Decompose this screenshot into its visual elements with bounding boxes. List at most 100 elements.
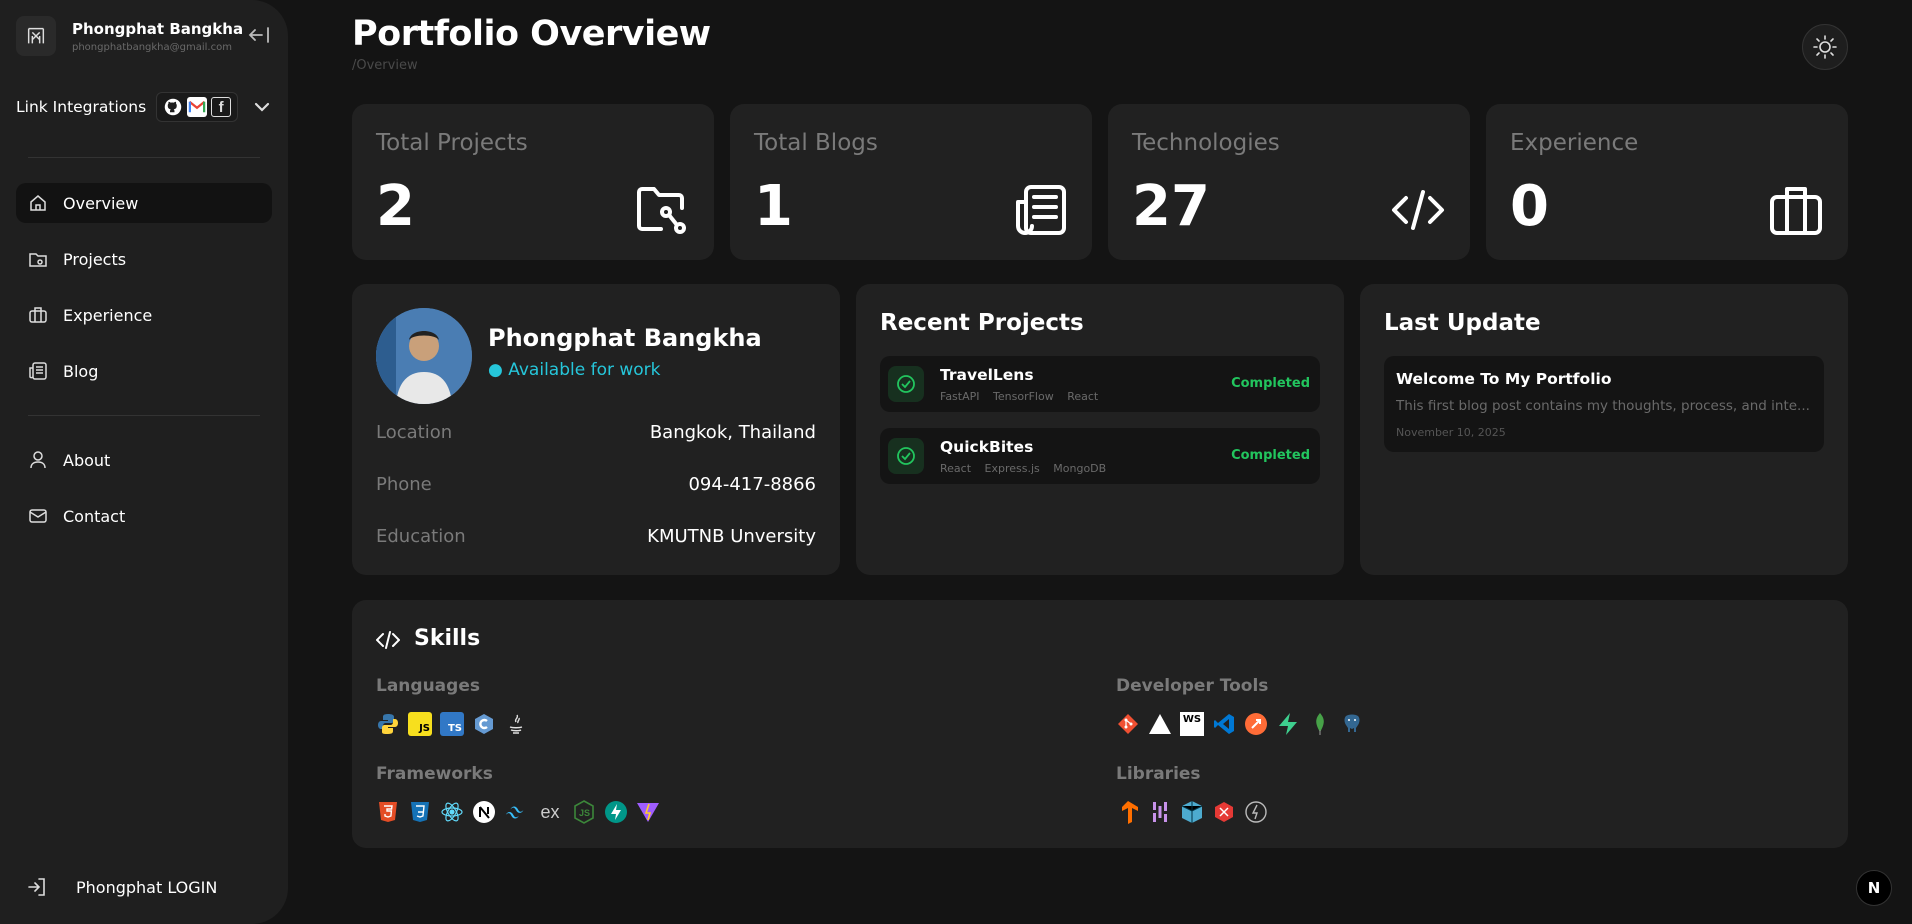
facebook-icon[interactable]: f: [211, 97, 232, 117]
supabase-icon: [1276, 712, 1300, 736]
folder-link-icon: [637, 187, 686, 234]
sidebar-item-blog[interactable]: Blog: [16, 351, 272, 391]
tag: Express.js: [984, 462, 1040, 475]
nextjs-dev-indicator-icon[interactable]: N: [1856, 870, 1892, 906]
status-badge: Completed: [1231, 448, 1310, 463]
vercel-icon: [1148, 712, 1172, 736]
tag: React: [1067, 390, 1099, 403]
skills-devtools-heading: Developer Tools: [1116, 676, 1269, 696]
vite-icon: [636, 800, 660, 824]
tailwind-icon: [504, 800, 528, 824]
list-item[interactable]: TravelLens FastAPI TensorFlow React Comp…: [880, 356, 1320, 412]
last-update-card: Last Update Welcome To My Portfolio This…: [1360, 284, 1848, 575]
skills-languages-row: JS TS: [376, 712, 528, 736]
sidebar-item-projects[interactable]: Projects: [16, 239, 272, 279]
user-name: Phongphat Bangkha: [72, 19, 244, 38]
sidebar-item-label: About: [63, 450, 111, 470]
sidebar-item-label: Blog: [63, 361, 99, 381]
sidebar-item-label: Experience: [63, 305, 153, 325]
stat-label: Total Blogs: [754, 130, 878, 156]
skills-frameworks-heading: Frameworks: [376, 764, 493, 784]
java-icon: [504, 712, 528, 736]
list-item[interactable]: QuickBites React Express.js MongoDB Comp…: [880, 428, 1320, 484]
chevron-down-icon[interactable]: [252, 97, 272, 117]
info-key: Location: [376, 422, 453, 443]
css3-icon: [408, 800, 432, 824]
pandas-icon: [1148, 800, 1172, 824]
skills-libraries-heading: Libraries: [1116, 764, 1201, 784]
status-badge: ● Available for work: [488, 360, 661, 380]
collapse-sidebar-icon[interactable]: [246, 24, 274, 48]
theme-toggle-button[interactable]: [1802, 24, 1848, 70]
project-name: QuickBites: [940, 438, 1034, 456]
info-row-phone: Phone 094-417-8866: [376, 474, 816, 495]
stat-value: 0: [1510, 174, 1549, 239]
stat-card-blogs[interactable]: Total Blogs 1: [730, 104, 1092, 260]
sidebar-item-label: Overview: [63, 193, 139, 213]
tag: React: [940, 462, 972, 475]
project-tags: FastAPI TensorFlow React: [940, 390, 1108, 403]
check-circle-icon: [888, 438, 924, 474]
fastapi-icon: [604, 800, 628, 824]
sidebar-item-label: Contact: [63, 506, 126, 526]
github-icon[interactable]: [163, 97, 183, 117]
typescript-icon: TS: [440, 712, 464, 736]
profile-name: Phongphat Bangkha: [488, 324, 762, 352]
page-title: Portfolio Overview: [352, 14, 711, 54]
info-key: Phone: [376, 474, 432, 495]
briefcase-icon: [29, 307, 47, 323]
stat-value: 27: [1132, 174, 1210, 239]
sidebar-item-about[interactable]: About: [16, 440, 272, 480]
mail-icon: [29, 509, 47, 523]
link-integrations: Link Integrations f: [16, 92, 272, 122]
stat-label: Total Projects: [376, 130, 528, 156]
mongodb-icon: [1308, 712, 1332, 736]
folder-icon: [29, 253, 47, 267]
stat-card-experience[interactable]: Experience 0: [1486, 104, 1848, 260]
check-circle-icon: [888, 366, 924, 402]
breadcrumb[interactable]: /Overview: [352, 58, 418, 73]
skills-libraries-row: [1116, 800, 1268, 824]
info-key: Education: [376, 526, 466, 547]
sun-icon: [1813, 35, 1837, 59]
svg-text:JS: JS: [579, 808, 590, 818]
python-icon: [376, 712, 400, 736]
skills-frameworks-row: ex JS: [376, 800, 660, 824]
integrations-icons[interactable]: f: [156, 92, 239, 122]
user-icon: [30, 451, 46, 469]
info-value: 094-417-8866: [688, 474, 816, 495]
blog-excerpt: This first blog post contains my thought…: [1396, 398, 1810, 414]
section-title: Recent Projects: [880, 310, 1084, 336]
numpy-icon: [1180, 800, 1204, 824]
section-title: Last Update: [1384, 310, 1541, 336]
recent-projects-card: Recent Projects TravelLens FastAPI Tenso…: [856, 284, 1344, 575]
express-icon: ex: [540, 801, 560, 822]
stat-label: Experience: [1510, 130, 1639, 156]
user-profile[interactable]: Phongphat Bangkha phongphatbangkha@gmail…: [16, 16, 243, 56]
blog-post-item[interactable]: Welcome To My Portfolio This first blog …: [1384, 356, 1824, 452]
vscode-icon: [1212, 712, 1236, 736]
gmail-icon[interactable]: [187, 97, 208, 117]
sidebar-item-overview[interactable]: Overview: [16, 183, 272, 223]
login-label: Phongphat LOGIN: [76, 877, 218, 897]
login-button[interactable]: Phongphat LOGIN: [26, 876, 217, 898]
swagger-icon: [1244, 712, 1268, 736]
info-value: KMUTNB Unversity: [647, 526, 816, 547]
blog-title: Welcome To My Portfolio: [1396, 370, 1612, 388]
avatar: [376, 308, 472, 404]
c-icon: [472, 712, 496, 736]
info-row-location: Location Bangkok, Thailand: [376, 422, 816, 443]
login-icon: [28, 878, 45, 896]
stat-card-projects[interactable]: Total Projects 2: [352, 104, 714, 260]
tag: TensorFlow: [993, 390, 1054, 403]
stat-card-technologies[interactable]: Technologies 27: [1108, 104, 1470, 260]
sidebar-item-contact[interactable]: Contact: [16, 496, 272, 536]
nodejs-icon: JS: [572, 800, 596, 824]
html5-icon: [376, 800, 400, 824]
newspaper-icon: [1016, 185, 1066, 235]
project-name: TravelLens: [940, 366, 1034, 384]
section-title: Skills: [414, 626, 481, 651]
sidebar-item-experience[interactable]: Experience: [16, 295, 272, 335]
sidebar-item-label: Projects: [63, 249, 127, 269]
laravel-icon: [1212, 800, 1236, 824]
